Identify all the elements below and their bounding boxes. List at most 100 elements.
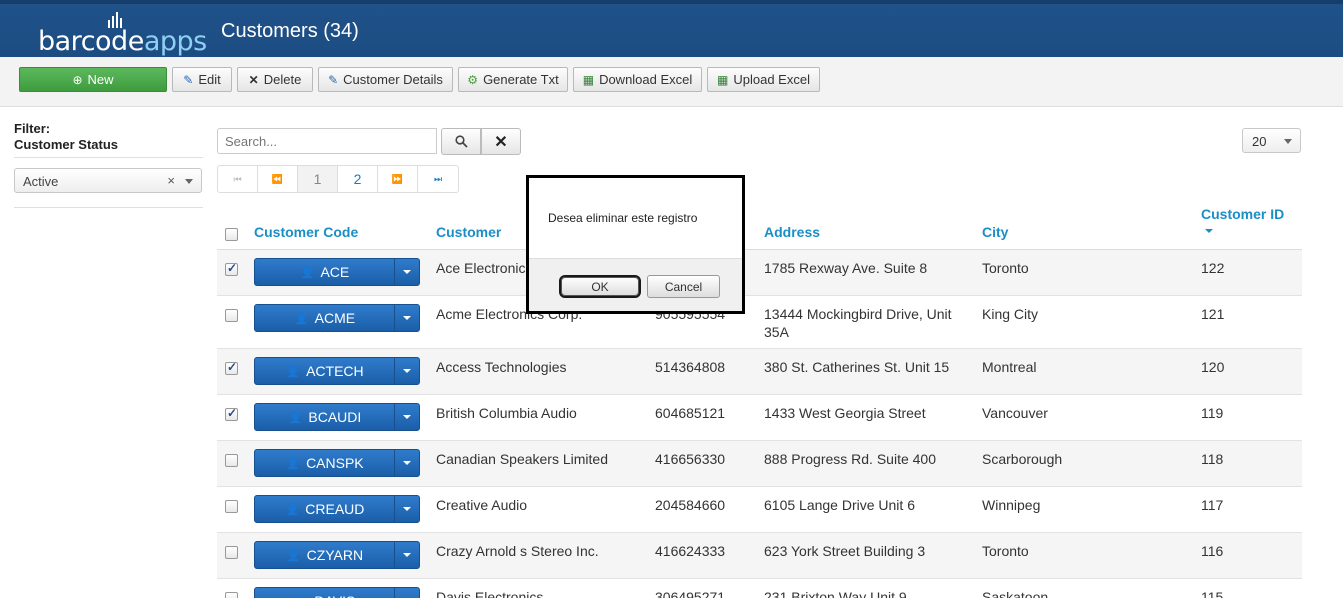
divider: [14, 157, 203, 158]
user-icon: 👤: [286, 549, 301, 562]
first-page-button[interactable]: ⏮: [218, 166, 258, 192]
delete-button[interactable]: ✕ Delete: [237, 67, 313, 92]
row-checkbox[interactable]: [225, 546, 238, 559]
row-checkbox[interactable]: [225, 592, 238, 598]
clear-search-button[interactable]: ✕: [481, 128, 521, 155]
column-header-customer-id[interactable]: Customer ID: [1201, 206, 1284, 222]
close-icon: ✕: [248, 72, 259, 87]
next-page-button[interactable]: ⏩: [378, 166, 418, 192]
column-header-customer[interactable]: Customer: [436, 224, 501, 240]
customer-name: Davis Electronics: [436, 589, 544, 598]
customer-address: 1433 West Georgia Street: [764, 405, 926, 421]
customer-code-button[interactable]: 👤 ACTECH: [254, 357, 420, 385]
cancel-button[interactable]: Cancel: [647, 275, 720, 298]
customer-address: 231 Brixton Way Unit 9: [764, 589, 907, 598]
customer-details-button[interactable]: ✎ Customer Details: [318, 67, 453, 92]
page-size-value: 20: [1252, 134, 1267, 149]
download-excel-label: Download Excel: [599, 72, 693, 87]
customer-code-button[interactable]: 👤 ACE: [254, 258, 420, 286]
chevron-down-icon[interactable]: [403, 369, 411, 373]
customer-status-select[interactable]: Active ×: [14, 168, 202, 193]
chevron-down-icon[interactable]: [403, 507, 411, 511]
customer-code: DAVIS: [314, 593, 355, 598]
customer-city: Scarborough: [982, 451, 1063, 467]
customer-code-button[interactable]: 👤 BCAUDI: [254, 403, 420, 431]
filter-title: Filter: Customer Status: [14, 121, 118, 153]
edit-button-label: Edit: [198, 72, 221, 87]
prev-page-button[interactable]: ⏪: [258, 166, 298, 192]
customer-phone: 416624333: [655, 543, 726, 559]
column-header-city[interactable]: City: [982, 224, 1008, 240]
row-checkbox[interactable]: [225, 500, 238, 513]
customer-city: Montreal: [982, 359, 1037, 375]
chevron-down-icon[interactable]: [403, 415, 411, 419]
customer-address: 6105 Lange Drive Unit 6: [764, 497, 915, 513]
row-checkbox[interactable]: [225, 406, 238, 421]
edit-icon: ✎: [183, 72, 194, 87]
customer-city: Winnipeg: [982, 497, 1041, 513]
chevron-down-icon[interactable]: [403, 270, 411, 274]
search-input[interactable]: [217, 128, 437, 154]
customer-address: 380 St. Catherines St. Unit 15: [764, 359, 950, 375]
customer-name: Access Technologies: [436, 359, 567, 375]
generate-txt-button[interactable]: ⚙ Generate Txt: [458, 67, 568, 92]
select-all-checkbox[interactable]: [225, 228, 238, 241]
column-header-address[interactable]: Address: [764, 224, 820, 240]
chevron-down-icon[interactable]: [185, 179, 193, 184]
page-size-select[interactable]: 20: [1242, 128, 1301, 153]
page-2-button[interactable]: 2: [338, 166, 378, 192]
customer-code-button[interactable]: 👤 CZYARN: [254, 541, 420, 569]
customer-code: ACME: [314, 310, 356, 326]
chevron-down-icon[interactable]: [403, 553, 411, 557]
download-excel-button[interactable]: ▦ Download Excel: [573, 67, 702, 92]
customer-phone: 604685121: [655, 405, 726, 421]
chevron-down-icon[interactable]: [403, 461, 411, 465]
edit-button[interactable]: ✎ Edit: [172, 67, 232, 92]
page-1-button[interactable]: 1: [298, 166, 338, 192]
customer-id: 121: [1201, 306, 1225, 322]
customer-code-button[interactable]: 👤 DAVIS: [254, 587, 420, 598]
chevron-down-icon[interactable]: [403, 316, 411, 320]
row-checkbox[interactable]: [225, 261, 238, 276]
excel-icon: ▦: [582, 72, 595, 87]
pagination: ⏮ ⏪ 1 2 ⏩ ⏭: [217, 165, 459, 193]
column-header-customer-code[interactable]: Customer Code: [254, 224, 358, 240]
ok-button[interactable]: OK: [559, 275, 641, 298]
customer-city: Toronto: [982, 260, 1029, 276]
customer-code-button[interactable]: 👤 CREAUD: [254, 495, 420, 523]
confirm-delete-dialog: Desea eliminar este registro OK Cancel: [526, 175, 745, 314]
row-checkbox[interactable]: [225, 360, 238, 375]
row-checkbox[interactable]: [225, 309, 238, 322]
app-header: barcodeapps Customers (34): [0, 0, 1343, 57]
customer-code-button[interactable]: 👤 ACME: [254, 304, 420, 332]
clear-filter-icon[interactable]: ×: [167, 173, 175, 188]
search-icon: [454, 135, 468, 148]
customer-id: 118: [1201, 451, 1224, 467]
customer-code: ACE: [320, 264, 350, 280]
customer-code: CZYARN: [306, 547, 364, 563]
customer-id: 115: [1201, 589, 1224, 598]
upload-excel-button[interactable]: ▦ Upload Excel: [707, 67, 820, 92]
page-title: Customers (34): [221, 20, 359, 42]
customer-code: BCAUDI: [308, 409, 362, 425]
search-button[interactable]: [441, 128, 481, 155]
new-button[interactable]: ⊕ New: [19, 67, 167, 92]
customer-address: 1785 Rexway Ave. Suite 8: [764, 260, 928, 276]
customer-code: ACTECH: [306, 363, 364, 379]
generate-txt-label: Generate Txt: [483, 72, 559, 87]
row-checkbox[interactable]: [225, 454, 238, 467]
customer-code-button[interactable]: 👤 CANSPK: [254, 449, 420, 477]
edit-icon: ✎: [328, 72, 339, 87]
delete-button-label: Delete: [263, 72, 302, 87]
customer-city: Vancouver: [982, 405, 1048, 421]
customer-id: 119: [1201, 405, 1224, 421]
barcodeapps-logo[interactable]: barcodeapps: [38, 12, 207, 57]
customer-address: 13444 Mockingbird Drive, Unit 35A: [764, 306, 952, 340]
customer-details-label: Customer Details: [343, 72, 443, 87]
customer-name: British Columbia Audio: [436, 405, 577, 421]
last-page-button[interactable]: ⏭: [418, 166, 458, 192]
user-icon: 👤: [294, 312, 309, 325]
upload-excel-label: Upload Excel: [733, 72, 810, 87]
customer-phone: 416656330: [655, 451, 726, 467]
customer-id: 122: [1201, 260, 1225, 276]
